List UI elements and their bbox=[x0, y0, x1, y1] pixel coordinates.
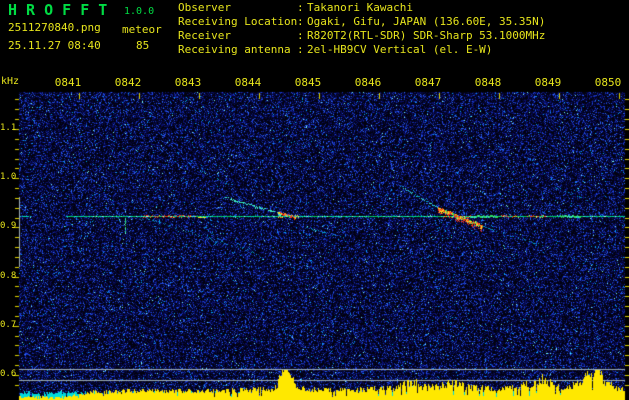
time-tick-label: 0845 bbox=[294, 76, 322, 89]
info-row-colon: : bbox=[297, 15, 304, 28]
time-tick-label: 0846 bbox=[354, 76, 382, 89]
info-row-label: Receiving Location bbox=[178, 15, 298, 28]
spectrogram-canvas bbox=[0, 0, 629, 400]
app-title: H R O F F T bbox=[8, 1, 108, 19]
freq-axis-unit: kHz bbox=[1, 76, 20, 87]
time-tick-label: 0849 bbox=[534, 76, 562, 89]
time-tick-label: 0850 bbox=[594, 76, 622, 89]
info-row-label: Receiver bbox=[178, 29, 231, 42]
freq-tick-label: 1.0 bbox=[0, 172, 17, 182]
time-tick-label: 0844 bbox=[234, 76, 262, 89]
time-tick-label: 0848 bbox=[474, 76, 502, 89]
info-row-label: Observer bbox=[178, 1, 231, 14]
datetime-label: 25.11.27 08:40 bbox=[8, 39, 101, 52]
meteor-count: 85 bbox=[136, 39, 150, 52]
time-tick-label: 0847 bbox=[414, 76, 442, 89]
info-row-label: Receiving antenna bbox=[178, 43, 291, 56]
info-row-value: Ogaki, Gifu, JAPAN (136.60E, 35.35N) bbox=[307, 15, 546, 28]
info-row-value: Takanori Kawachi bbox=[307, 1, 413, 14]
freq-tick-label: 0.9 bbox=[0, 221, 17, 231]
app-version: 1.0.0 bbox=[124, 6, 155, 17]
info-row-value: R820T2(RTL-SDR) SDR-Sharp 53.1000MHz bbox=[307, 29, 546, 42]
info-row-value: 2el-HB9CV Vertical (el. E-W) bbox=[307, 43, 493, 56]
info-row: Receiving Location: Ogaki, Gifu, JAPAN (1… bbox=[178, 15, 545, 29]
freq-tick-label: 0.7 bbox=[0, 320, 17, 330]
freq-tick-label: 1.1 bbox=[0, 123, 17, 133]
freq-tick-label: 0.6 bbox=[0, 369, 17, 379]
observer-info: Observer: Takanori Kawachi Receiving Locat… bbox=[178, 1, 545, 57]
info-row: Receiver: R820T2(RTL-SDR) SDR-Sharp 53.10… bbox=[178, 29, 545, 43]
info-row: Observer: Takanori Kawachi bbox=[178, 1, 545, 15]
time-tick-label: 0843 bbox=[174, 76, 202, 89]
info-row-colon: : bbox=[297, 1, 304, 14]
info-row-colon: : bbox=[297, 29, 304, 42]
freq-tick-label: 0.8 bbox=[0, 271, 17, 281]
info-row-colon: : bbox=[297, 43, 304, 56]
file-name: 2511270840.png bbox=[8, 21, 101, 34]
time-tick-label: 0842 bbox=[114, 76, 142, 89]
time-tick-label: 0841 bbox=[54, 76, 82, 89]
mode-label: meteor bbox=[122, 23, 162, 36]
info-row: Receiving antenna:2el-HB9CV Vertical (el… bbox=[178, 43, 545, 57]
hrofft-screen: H R O F F T 1.0.0 2511270840.png meteor … bbox=[0, 0, 629, 400]
